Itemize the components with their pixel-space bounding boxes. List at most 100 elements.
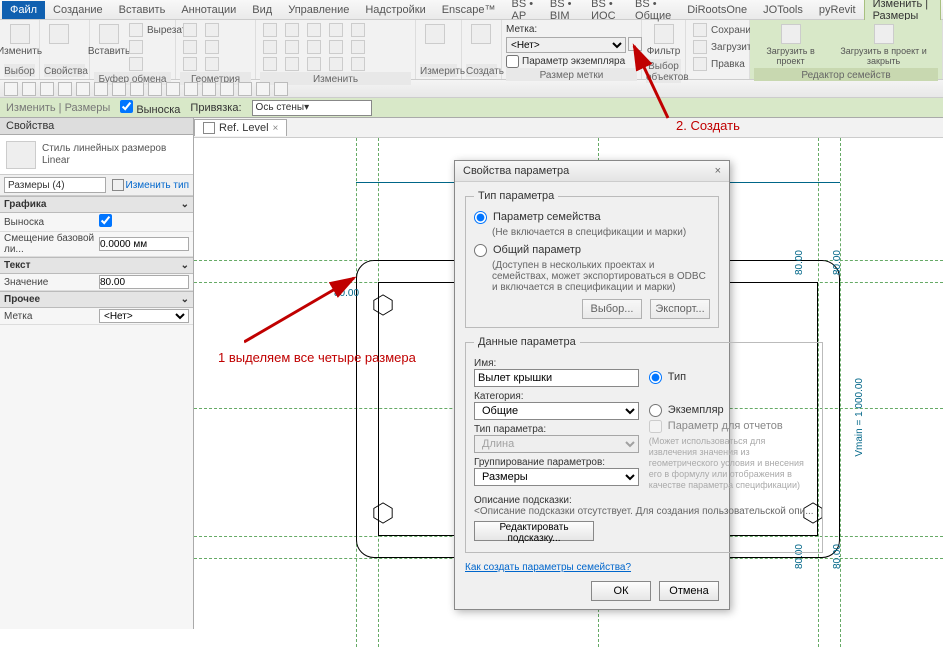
m8[interactable] (304, 39, 324, 55)
view-tab-ref-level[interactable]: Ref. Level × (194, 119, 287, 136)
m3[interactable] (260, 56, 280, 72)
radio-type[interactable] (649, 371, 662, 384)
qat-open-icon[interactable] (22, 82, 36, 96)
m4[interactable] (282, 22, 302, 38)
radio-family[interactable] (474, 211, 487, 224)
geom2[interactable] (180, 39, 200, 55)
help-link[interactable]: Как создать параметры семейства? (465, 562, 631, 573)
row-leader-check[interactable] (99, 214, 112, 227)
radio-shared-label: Общий параметр (493, 244, 581, 256)
row-mark-select[interactable]: <Нет> (99, 309, 189, 323)
m15[interactable] (348, 56, 368, 72)
row-value-input[interactable] (99, 275, 189, 289)
m14[interactable] (348, 39, 368, 55)
select-button[interactable]: Выбор... (582, 299, 642, 319)
m12[interactable] (326, 56, 346, 72)
tab-diroots[interactable]: DiRootsOne (679, 1, 755, 19)
qat-10-icon[interactable] (184, 82, 198, 96)
category-select[interactable]: Общие (474, 402, 639, 420)
ok-button[interactable]: ОК (591, 581, 651, 601)
tab-file[interactable]: Файл (2, 1, 45, 19)
qat-7-icon[interactable] (130, 82, 144, 96)
m9[interactable] (304, 56, 324, 72)
m11[interactable] (326, 39, 346, 55)
mark-label: Метка: (506, 24, 642, 35)
tab-create[interactable]: Создание (45, 1, 111, 19)
name-input[interactable] (474, 369, 639, 387)
measure-button[interactable] (420, 22, 450, 48)
tab-jotools[interactable]: JOTools (755, 1, 811, 19)
qat-5-icon[interactable] (94, 82, 108, 96)
binding-value: Ось стены (256, 102, 305, 113)
create-icon (471, 24, 491, 44)
modify-button[interactable]: Изменить (4, 22, 35, 59)
qat-14-icon[interactable] (256, 82, 270, 96)
load-project-button[interactable]: Загрузить в проект (754, 22, 827, 68)
type-selector[interactable]: Стиль линейных размеровLinear (0, 135, 193, 175)
m5[interactable] (282, 39, 302, 55)
i13-icon (351, 23, 365, 37)
mark-dropdown[interactable]: <Нет> (506, 37, 626, 53)
binding-dropdown[interactable]: Ось стены ▾ (252, 100, 372, 116)
optbar-title: Изменить | Размеры (6, 102, 110, 114)
tab-insert[interactable]: Вставить (111, 1, 174, 19)
qat-15-icon[interactable] (274, 82, 288, 96)
geom5[interactable] (202, 39, 222, 55)
qat-redo-icon[interactable] (76, 82, 90, 96)
m2[interactable] (260, 39, 280, 55)
qat-12-icon[interactable] (220, 82, 234, 96)
param-instance-check[interactable]: Параметр экземпляра (506, 55, 642, 68)
cat-graphics[interactable]: Графика⌄ (0, 196, 193, 213)
row-offset-input[interactable] (99, 237, 189, 251)
m10[interactable] (326, 22, 346, 38)
tab-view[interactable]: Вид (244, 1, 280, 19)
dialog-close-icon[interactable]: × (715, 165, 721, 177)
radio-shared[interactable] (474, 244, 487, 257)
export-button[interactable]: Экспорт... (650, 299, 710, 319)
move-icon (263, 23, 277, 37)
qat-save-icon[interactable] (40, 82, 54, 96)
tab-pyrevit[interactable]: pyRevit (811, 1, 864, 19)
qat-13-icon[interactable] (238, 82, 252, 96)
geom4[interactable] (202, 22, 222, 38)
view-close-icon[interactable]: × (273, 123, 279, 134)
qat-undo-icon[interactable] (58, 82, 72, 96)
edit-tooltip-button[interactable]: Редактировать подсказку... (474, 521, 594, 541)
group-select-label: Выбор (4, 64, 35, 77)
paste-button[interactable]: Вставить (94, 22, 124, 59)
leader-checkbox[interactable]: Выноска (120, 100, 180, 116)
delete-icon (329, 57, 343, 71)
geom6[interactable] (202, 56, 222, 72)
ptype-select[interactable]: Длина (474, 435, 639, 453)
load-close-button[interactable]: Загрузить в проект и закрыть (829, 22, 938, 68)
type-thumb-icon (6, 141, 36, 169)
radio-instance[interactable] (649, 404, 662, 417)
tab-manage[interactable]: Управление (280, 1, 357, 19)
grouping-select[interactable]: Размеры (474, 468, 639, 486)
qat-new-icon[interactable] (4, 82, 18, 96)
geom1[interactable] (180, 22, 200, 38)
param-type-group: Тип параметра Параметр семейства (Не вкл… (465, 190, 719, 328)
qat-6-icon[interactable] (112, 82, 126, 96)
qat-8-icon[interactable] (148, 82, 162, 96)
qat-9-icon[interactable] (166, 82, 180, 96)
create-button[interactable] (466, 22, 496, 48)
tab-addins[interactable]: Надстройки (357, 1, 433, 19)
tab-enscape[interactable]: Enscape™ (434, 1, 504, 19)
edit-type-button[interactable]: Изменить тип (112, 179, 189, 191)
tab-annotate[interactable]: Аннотации (173, 1, 244, 19)
cancel-button[interactable]: Отмена (659, 581, 719, 601)
join-icon (183, 23, 197, 37)
cat-text[interactable]: Текст⌄ (0, 257, 193, 274)
selection-dropdown[interactable]: Размеры (4) (4, 177, 106, 193)
m1[interactable] (260, 22, 280, 38)
m13[interactable] (348, 22, 368, 38)
qat-11-icon[interactable] (202, 82, 216, 96)
geom3[interactable] (180, 56, 200, 72)
m6[interactable] (282, 56, 302, 72)
m7[interactable] (304, 22, 324, 38)
properties-button[interactable] (44, 22, 74, 48)
selection-label: Размеры (4) (8, 180, 65, 191)
radio-shared-hint: (Доступен в нескольких проектах и семейс… (492, 260, 710, 293)
cat-other[interactable]: Прочее⌄ (0, 291, 193, 308)
